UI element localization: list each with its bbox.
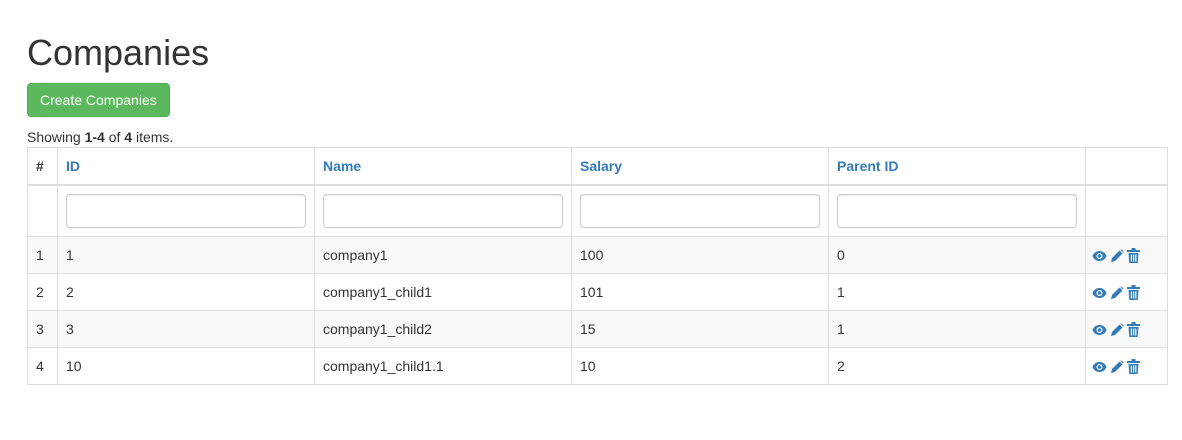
row-parent-id: 0 (828, 236, 1086, 274)
delete-button[interactable] (1127, 359, 1140, 375)
summary-middle: of (104, 129, 125, 145)
filter-parent-id-input[interactable] (837, 194, 1077, 228)
row-salary: 101 (571, 273, 829, 311)
row-id: 3 (57, 310, 315, 348)
row-index: 3 (27, 310, 58, 348)
trash-icon (1127, 285, 1140, 301)
filter-cell-actions (1085, 184, 1168, 237)
row-name: company1 (314, 236, 572, 274)
sort-salary-link[interactable]: Salary (580, 158, 622, 174)
trash-icon (1127, 359, 1140, 375)
view-button[interactable] (1092, 361, 1107, 373)
delete-button[interactable] (1127, 248, 1140, 264)
eye-icon (1092, 250, 1107, 262)
row-index: 1 (27, 236, 58, 274)
pencil-icon (1110, 249, 1124, 263)
table-row: 2 2 company1_child1 101 1 (27, 273, 1168, 311)
row-salary: 10 (571, 347, 829, 385)
page-title: Companies (27, 32, 210, 73)
row-index: 4 (27, 347, 58, 385)
eye-icon (1092, 361, 1107, 373)
view-button[interactable] (1092, 287, 1107, 299)
row-actions (1085, 310, 1168, 348)
table-row: 1 1 company1 100 0 (27, 236, 1168, 274)
create-companies-button[interactable]: Create Companies (27, 83, 170, 117)
row-index: 2 (27, 273, 58, 311)
row-parent-id: 1 (828, 310, 1086, 348)
summary-prefix: Showing (27, 129, 85, 145)
row-parent-id: 1 (828, 273, 1086, 311)
edit-button[interactable] (1110, 286, 1124, 300)
table-row: 4 10 company1_child1.1 10 2 (27, 347, 1168, 385)
row-id: 10 (57, 347, 315, 385)
row-name: company1_child1.1 (314, 347, 572, 385)
pencil-icon (1110, 286, 1124, 300)
edit-button[interactable] (1110, 323, 1124, 337)
row-id: 2 (57, 273, 315, 311)
trash-icon (1127, 322, 1140, 338)
row-actions (1085, 347, 1168, 385)
eye-icon (1092, 324, 1107, 336)
header-row: # ID Name Salary Parent ID (27, 147, 1168, 186)
eye-icon (1092, 287, 1107, 299)
page: Companies Create Companies Showing 1-4 o… (0, 0, 1182, 385)
filter-cell-name (314, 184, 572, 237)
row-parent-id: 2 (828, 347, 1086, 385)
row-salary: 100 (571, 236, 829, 274)
pencil-icon (1110, 360, 1124, 374)
filter-salary-input[interactable] (580, 194, 820, 228)
companies-table: # ID Name Salary Parent ID 1 1 company1 … (27, 147, 1168, 385)
row-actions (1085, 236, 1168, 274)
summary-range: 1-4 (84, 129, 105, 145)
trash-icon (1127, 248, 1140, 264)
filter-cell-parent-id (828, 184, 1086, 237)
row-name: company1_child2 (314, 310, 572, 348)
column-header-salary: Salary (571, 147, 829, 186)
filter-cell-salary (571, 184, 829, 237)
table-body: 1 1 company1 100 0 2 2 company1_child1 1… (27, 236, 1168, 385)
row-name: company1_child1 (314, 273, 572, 311)
filter-cell-id (57, 184, 315, 237)
view-button[interactable] (1092, 324, 1107, 336)
edit-button[interactable] (1110, 249, 1124, 263)
filter-cell-index (27, 184, 58, 237)
column-header-id: ID (57, 147, 315, 186)
delete-button[interactable] (1127, 285, 1140, 301)
filter-row (27, 184, 1168, 237)
sort-name-link[interactable]: Name (323, 158, 361, 174)
summary-suffix: items. (132, 129, 174, 145)
row-actions (1085, 273, 1168, 311)
column-header-actions (1085, 147, 1168, 186)
summary: Showing 1-4 of 4 items. (27, 128, 1167, 146)
row-salary: 15 (571, 310, 829, 348)
column-header-name: Name (314, 147, 572, 186)
pencil-icon (1110, 323, 1124, 337)
sort-parent-id-link[interactable]: Parent ID (837, 158, 898, 174)
column-header-parent-id: Parent ID (828, 147, 1086, 186)
edit-button[interactable] (1110, 360, 1124, 374)
delete-button[interactable] (1127, 322, 1140, 338)
table-row: 3 3 company1_child2 15 1 (27, 310, 1168, 348)
row-id: 1 (57, 236, 315, 274)
view-button[interactable] (1092, 250, 1107, 262)
column-header-index: # (27, 147, 58, 186)
summary-total: 4 (124, 129, 133, 145)
filter-id-input[interactable] (66, 194, 306, 228)
filter-name-input[interactable] (323, 194, 563, 228)
sort-id-link[interactable]: ID (66, 158, 80, 174)
